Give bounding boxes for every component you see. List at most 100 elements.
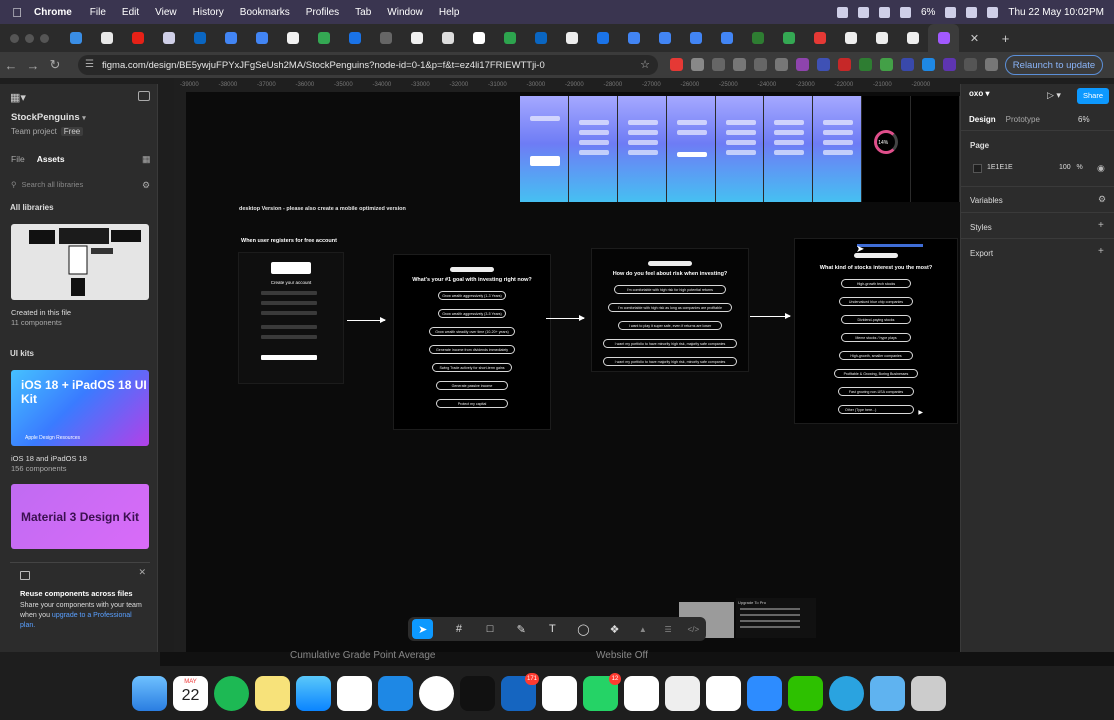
browser-tab[interactable]: [711, 24, 742, 52]
browser-tab[interactable]: [153, 24, 184, 52]
zoom-app-icon[interactable]: [747, 675, 782, 711]
browser-tab[interactable]: [525, 24, 556, 52]
battery-percent[interactable]: 6%: [921, 7, 935, 18]
site-settings-icon[interactable]: ☰: [85, 59, 94, 70]
add-style-icon[interactable]: +: [1098, 220, 1104, 231]
extension-icon[interactable]: [964, 58, 977, 71]
browser-tab[interactable]: [401, 24, 432, 52]
browser-tab[interactable]: [60, 24, 91, 52]
menu-view[interactable]: View: [147, 7, 185, 18]
add-export-icon[interactable]: +: [1098, 246, 1104, 257]
minimize-window-button[interactable]: [25, 33, 34, 43]
zoom-level[interactable]: 6%: [1078, 115, 1090, 124]
ai-tool-button[interactable]: ▲: [630, 619, 655, 639]
flow-title[interactable]: When user registers for free account: [241, 238, 337, 244]
back-button[interactable]: ←: [0, 58, 22, 73]
menu-profiles[interactable]: Profiles: [298, 7, 347, 18]
menu-edit[interactable]: Edit: [114, 7, 147, 18]
mobile-frame[interactable]: [764, 96, 814, 202]
whatsapp-app-icon[interactable]: 12: [583, 672, 621, 711]
extension-icon[interactable]: [943, 58, 956, 71]
extension-icon[interactable]: [733, 58, 746, 71]
close-tab-button[interactable]: ✕: [959, 24, 990, 52]
wifi-icon[interactable]: [966, 6, 978, 18]
menubar-clock[interactable]: Thu 22 May 10:02PM: [1008, 7, 1104, 18]
text-tool-button[interactable]: T: [537, 619, 568, 639]
shape-tool-button[interactable]: □: [475, 619, 506, 639]
register-screen-frame[interactable]: Create your account: [238, 252, 344, 384]
extension-icon[interactable]: [838, 58, 851, 71]
material-kit-thumbnail[interactable]: Material 3 Design Kit: [11, 484, 149, 549]
browser-tab[interactable]: [897, 24, 928, 52]
goal-question-frame[interactable]: What's your #1 goal with investing right…: [393, 254, 551, 430]
move-tool-button[interactable]: ➤: [412, 619, 434, 639]
browser-tab[interactable]: [649, 24, 680, 52]
project-name[interactable]: StockPenguins ▾: [11, 112, 86, 123]
panel-toggle-icon[interactable]: [138, 91, 150, 101]
comment-tool-button[interactable]: ◯: [568, 619, 599, 639]
mongodb-app-icon[interactable]: [706, 675, 741, 711]
forward-button[interactable]: →: [22, 58, 44, 73]
tab-prototype[interactable]: Prototype: [1006, 115, 1040, 124]
calendar-app-icon[interactable]: MAY 22: [173, 675, 208, 711]
browser-tab[interactable]: [742, 24, 773, 52]
capcut-app-icon[interactable]: [542, 675, 577, 711]
extension-icon[interactable]: [796, 58, 809, 71]
extension-icon[interactable]: [712, 58, 725, 71]
mobile-frame[interactable]: [520, 96, 569, 202]
browser-tab[interactable]: [773, 24, 804, 52]
mobile-frame[interactable]: [617, 96, 667, 202]
file-components-thumbnail[interactable]: [11, 224, 149, 300]
extension-icon[interactable]: [859, 58, 872, 71]
browser-tab[interactable]: [184, 24, 215, 52]
browser-tab[interactable]: [680, 24, 711, 52]
menu-file[interactable]: File: [82, 7, 114, 18]
ios-kit-thumbnail[interactable]: iOS 18 + iPadOS 18 UI Kit Apple Design R…: [11, 370, 149, 446]
address-bar[interactable]: ☰ figma.com/design/BE5ywjuFPYxJFgSeUsh2M…: [78, 55, 658, 75]
tab-assets[interactable]: Assets: [37, 154, 65, 164]
browser-tab[interactable]: [370, 24, 401, 52]
tab-file[interactable]: File: [11, 154, 25, 164]
mobile-frame[interactable]: [813, 96, 863, 202]
relaunch-button[interactable]: Relaunch to update: [1005, 55, 1103, 75]
filter-icon[interactable]: ⚙: [142, 180, 150, 191]
menu-tab[interactable]: Tab: [347, 7, 379, 18]
page-opacity-input[interactable]: 100 %: [1059, 164, 1083, 171]
browser-tab[interactable]: [308, 24, 339, 52]
page-color-input[interactable]: 1E1E1E: [987, 164, 1013, 171]
close-icon[interactable]: ✕: [138, 567, 146, 578]
finder-app-icon[interactable]: [132, 675, 167, 711]
browser-tab[interactable]: [463, 24, 494, 52]
mobile-frame[interactable]: [715, 96, 765, 202]
chatgpt-app-icon[interactable]: [624, 675, 659, 711]
slack-app-icon[interactable]: [337, 675, 372, 711]
testflight-app-icon[interactable]: [296, 675, 331, 711]
extension-icon[interactable]: [901, 58, 914, 71]
status-icon[interactable]: [836, 6, 848, 18]
menubar-app-name[interactable]: Chrome: [34, 7, 82, 18]
reload-button[interactable]: ↻: [44, 57, 66, 73]
profile-icon[interactable]: [985, 58, 998, 71]
mobile-frame[interactable]: [666, 96, 716, 202]
browser-tab[interactable]: [618, 24, 649, 52]
variables-heading[interactable]: Variables: [970, 196, 1003, 205]
loading-frame[interactable]: 14%: [862, 96, 912, 202]
trash-icon[interactable]: [911, 675, 946, 711]
browser-tab[interactable]: [587, 24, 618, 52]
extension-icon[interactable]: [880, 58, 893, 71]
app-icon[interactable]: [460, 675, 495, 711]
design-canvas[interactable]: -39000 -38000 -37000 -36000 -35000 -34000 -330…: [174, 78, 960, 652]
figma-menu-icon[interactable]: ▦▾: [10, 91, 26, 104]
canvas-note[interactable]: desktop Version - please also create a m…: [239, 206, 406, 212]
present-play-icon[interactable]: ▷ ▾: [1047, 90, 1061, 101]
browser-tab[interactable]: [556, 24, 587, 52]
status-icon[interactable]: [878, 6, 890, 18]
dev-mode-button[interactable]: </>: [681, 619, 706, 639]
tab-design[interactable]: Design: [969, 115, 996, 124]
menu-history[interactable]: History: [185, 7, 232, 18]
close-window-button[interactable]: [10, 33, 19, 43]
vscode-app-icon[interactable]: [378, 675, 413, 711]
browser-tab-active[interactable]: [928, 24, 959, 52]
pen-tool-button[interactable]: ✎: [506, 619, 537, 639]
extension-icon[interactable]: [670, 58, 683, 71]
